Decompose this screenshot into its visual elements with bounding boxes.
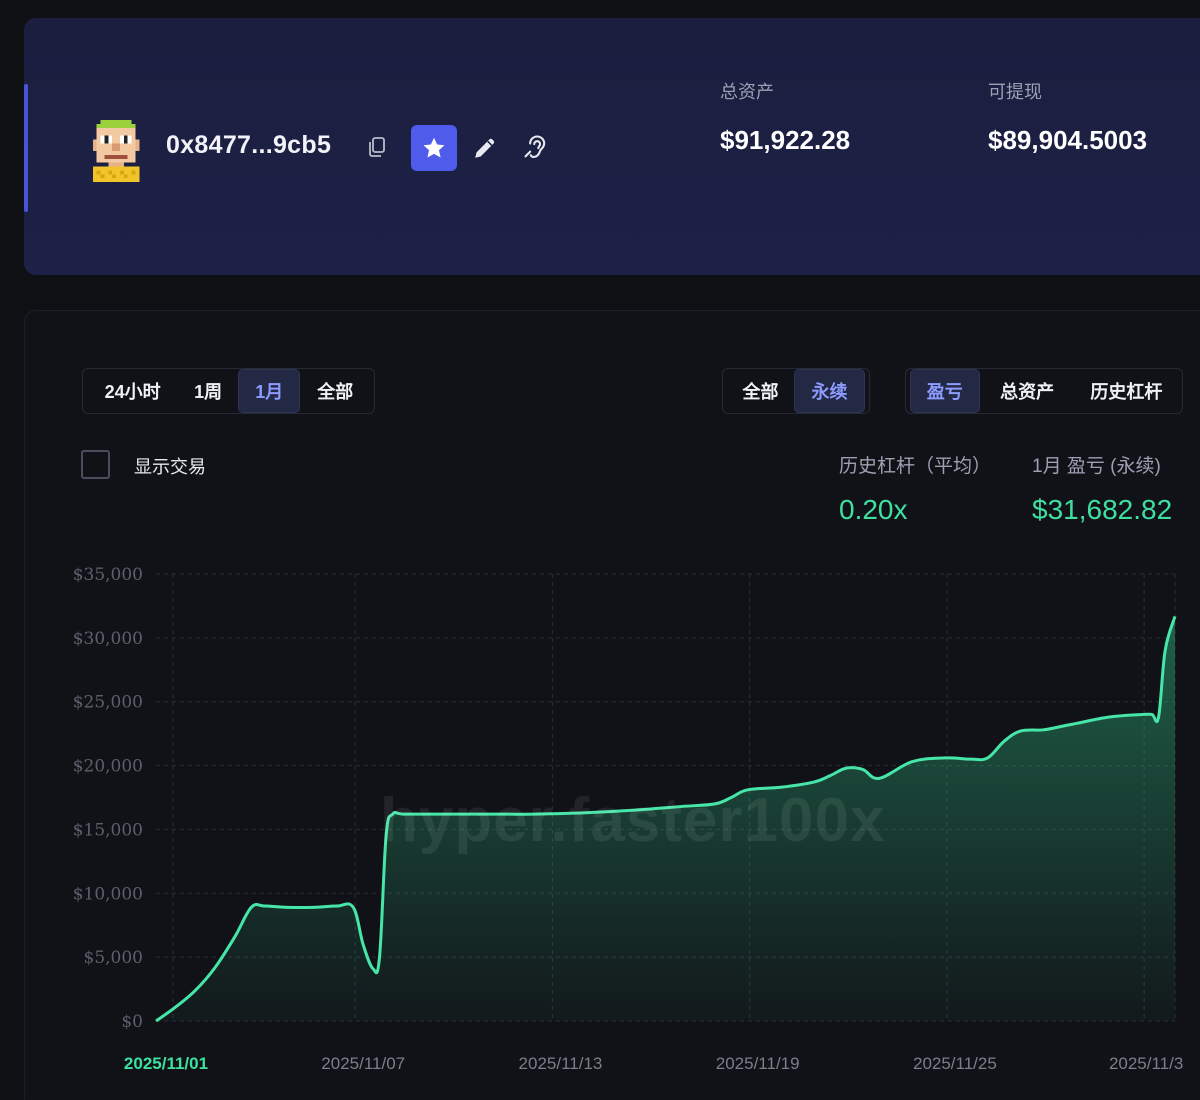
total-assets-value: $91,922.28 bbox=[720, 125, 851, 155]
pnl-data-point bbox=[1108, 716, 1110, 718]
tab-historical-leverage[interactable]: 历史杠杆 bbox=[1075, 369, 1178, 413]
avg-leverage-label: 历史杠杆（平均） bbox=[839, 456, 992, 477]
pnl-data-point bbox=[1062, 725, 1064, 727]
withdrawable-label: 可提现 bbox=[988, 82, 1042, 102]
copy-icon bbox=[369, 137, 385, 157]
pnl-data-point bbox=[911, 761, 913, 763]
watermark-text: hyper.faster100x bbox=[380, 786, 886, 855]
pnl-data-point bbox=[378, 956, 380, 958]
pnl-data-point bbox=[878, 777, 880, 779]
copy-address-button[interactable] bbox=[362, 132, 392, 162]
x-tick-label: 2025/11/13 bbox=[519, 1054, 603, 1073]
pnl-data-point bbox=[263, 905, 265, 907]
pnl-data-point bbox=[1151, 713, 1153, 715]
pnl-data-point bbox=[352, 906, 354, 908]
pnl-data-point bbox=[829, 775, 831, 777]
show-trades-checkbox[interactable] bbox=[81, 450, 110, 479]
x-tick-label: 2025/11/01 bbox=[124, 1054, 208, 1073]
pnl-data-point bbox=[250, 906, 252, 908]
pnl-data-point bbox=[1174, 615, 1176, 617]
x-tick-label: 2025/11/3 bbox=[1109, 1054, 1183, 1073]
tab-1m[interactable]: 1月 bbox=[237, 369, 301, 413]
pnl-data-point bbox=[362, 943, 364, 945]
pnl-data-point bbox=[1157, 716, 1159, 718]
pnl-data-point bbox=[313, 906, 315, 908]
pnl-data-point bbox=[155, 1020, 157, 1022]
x-tick-label: 2025/11/07 bbox=[321, 1054, 405, 1073]
tab-total-assets[interactable]: 总资产 bbox=[980, 369, 1075, 413]
total-assets-label: 总资产 bbox=[720, 82, 774, 102]
header-accent-bar bbox=[24, 84, 28, 212]
x-tick-label: 2025/11/19 bbox=[716, 1054, 800, 1073]
pnl-data-point bbox=[336, 905, 338, 907]
pnl-data-point bbox=[812, 781, 814, 783]
favorite-button[interactable] bbox=[411, 125, 457, 171]
y-tick-label: $35,000 bbox=[73, 565, 143, 585]
pnl-data-point bbox=[986, 757, 988, 759]
star-icon bbox=[423, 137, 445, 158]
pnl-data-point bbox=[1164, 649, 1166, 651]
monthly-pnl-label: 1月 盈亏 (永续) bbox=[1032, 456, 1161, 477]
time-range-selector: 24小时 1周 1月 全部 bbox=[82, 368, 375, 414]
pnl-data-point bbox=[1075, 722, 1077, 724]
tab-24h[interactable]: 24小时 bbox=[87, 369, 178, 413]
listen-button[interactable] bbox=[519, 130, 553, 164]
market-selector: 全部 永续 bbox=[722, 368, 870, 414]
pnl-data-point bbox=[234, 936, 236, 938]
withdrawable-value: $89,904.5003 bbox=[988, 125, 1148, 155]
pnl-data-point bbox=[944, 757, 946, 759]
y-tick-label: $30,000 bbox=[73, 629, 143, 649]
y-tick-label: $20,000 bbox=[73, 757, 143, 777]
pnl-data-point bbox=[286, 906, 288, 908]
ear-icon bbox=[524, 135, 546, 159]
metric-selector: 盈亏 总资产 历史杠杆 bbox=[905, 368, 1183, 414]
pnl-data-point bbox=[1042, 729, 1044, 731]
pnl-data-point bbox=[1141, 713, 1143, 715]
pnl-data-point bbox=[845, 767, 847, 769]
show-trades-label: 显示交易 bbox=[134, 457, 206, 477]
y-tick-label: $10,000 bbox=[73, 884, 143, 904]
tab-all-range[interactable]: 全部 bbox=[300, 369, 370, 413]
y-tick-label: $15,000 bbox=[73, 820, 143, 840]
edit-label-button[interactable] bbox=[469, 132, 501, 164]
pnl-data-point bbox=[372, 967, 374, 969]
wallet-address: 0x8477...9cb5 bbox=[166, 131, 332, 159]
tab-pnl[interactable]: 盈亏 bbox=[910, 369, 980, 413]
tab-1w[interactable]: 1周 bbox=[178, 369, 238, 413]
pixel-avatar-icon bbox=[92, 120, 140, 182]
y-tick-label: $5,000 bbox=[84, 948, 143, 968]
pnl-data-point bbox=[175, 1006, 177, 1008]
y-tick-label: $0 bbox=[121, 1012, 143, 1032]
pnl-data-point bbox=[862, 768, 864, 770]
pnl-data-point bbox=[1003, 740, 1005, 742]
monthly-pnl-value: $31,682.82 bbox=[1032, 494, 1173, 525]
tab-all-markets[interactable]: 全部 bbox=[727, 369, 794, 413]
y-tick-label: $25,000 bbox=[73, 693, 143, 713]
avg-leverage-value: 0.20x bbox=[839, 494, 908, 525]
x-tick-label: 2025/11/25 bbox=[913, 1054, 997, 1073]
pnl-data-point bbox=[194, 989, 196, 991]
pnl-data-point bbox=[214, 966, 216, 968]
pencil-icon bbox=[475, 138, 495, 158]
tab-perpetual[interactable]: 永续 bbox=[794, 369, 865, 413]
pnl-data-point bbox=[1019, 730, 1021, 732]
pnl-data-point bbox=[970, 758, 972, 760]
